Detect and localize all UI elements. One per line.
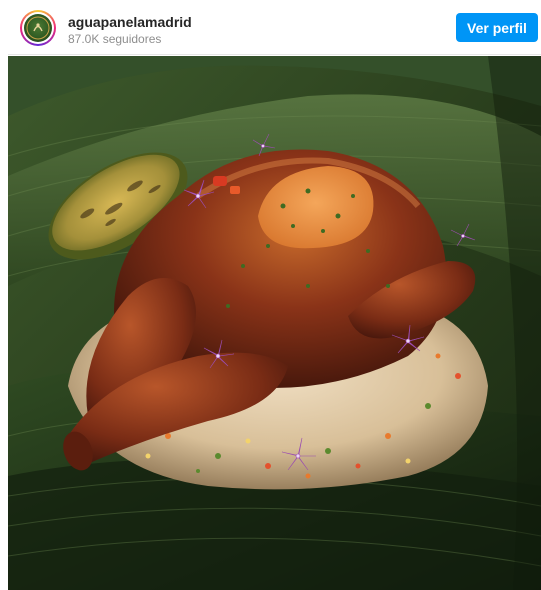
follower-count: 87.0K seguidores (68, 32, 162, 46)
view-profile-button[interactable]: Ver perfil (456, 13, 538, 42)
username[interactable]: aguapanelamadrid (68, 14, 192, 30)
post-image[interactable] (8, 56, 541, 590)
restaurant-logo-icon (24, 14, 52, 42)
avatar[interactable] (20, 10, 56, 46)
instagram-embed-card: aguapanelamadrid 87.0K seguidores Ver pe… (8, 0, 541, 590)
post-header: aguapanelamadrid 87.0K seguidores Ver pe… (8, 0, 541, 55)
